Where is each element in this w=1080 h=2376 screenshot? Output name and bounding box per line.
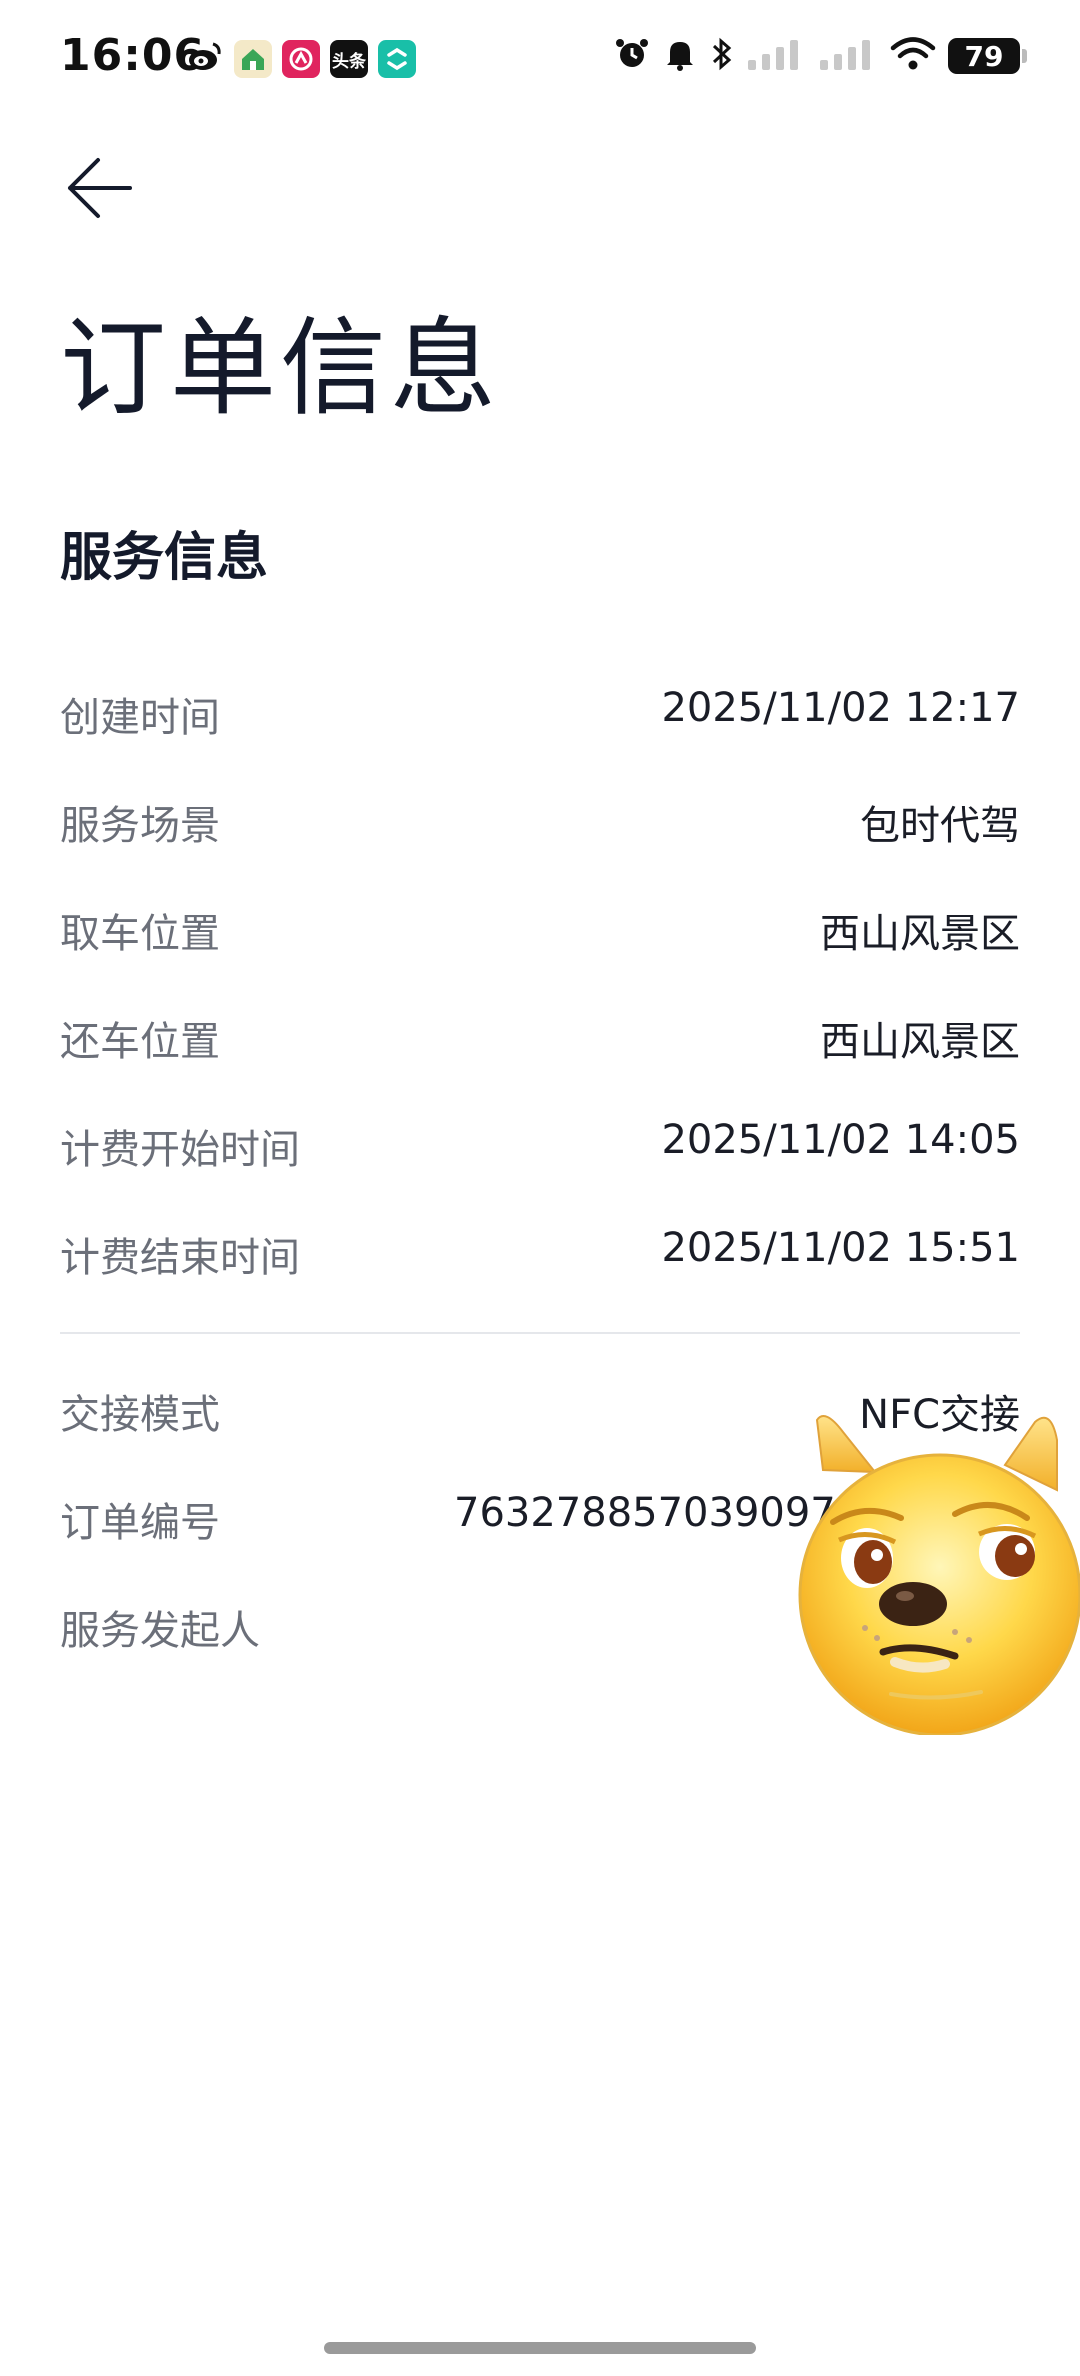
status-app-icons: 头条 (186, 38, 416, 80)
row-label: 订单编号 (60, 1500, 220, 1546)
row-label: 交接模式 (60, 1392, 220, 1438)
row-label: 创建时间 (60, 695, 220, 741)
info-row-return-location: 还车位置 西山风景区 (60, 1009, 1020, 1069)
back-button[interactable] (60, 148, 140, 228)
row-label: 服务发起人 (60, 1608, 260, 1654)
weibo-icon (186, 38, 224, 80)
row-label: 取车位置 (60, 911, 220, 957)
info-row-created-time: 创建时间 2025/11/02 12:17 (60, 685, 1020, 745)
back-arrow-icon (68, 158, 132, 218)
row-value: 包时代驾 (860, 803, 1020, 849)
red-app-icon (282, 40, 320, 78)
bell-icon (662, 36, 698, 76)
row-label: 计费开始时间 (60, 1127, 300, 1173)
info-row-pickup-location: 取车位置 西山风景区 (60, 901, 1020, 961)
row-value: 西山风景区 (820, 911, 1020, 957)
row-value: 2025/11/02 12:17 (661, 685, 1020, 731)
row-label: 计费结束时间 (60, 1235, 300, 1281)
signal-icon-2 (818, 38, 878, 74)
status-time: 16:06 (60, 30, 206, 81)
info-row-billing-end: 计费结束时间 2025/11/02 15:51 (60, 1225, 1020, 1285)
row-label: 还车位置 (60, 1019, 220, 1065)
bluetooth-icon (710, 36, 734, 76)
page-title: 订单信息 (60, 307, 500, 430)
teal-app-icon (378, 40, 416, 78)
row-value: 2025/11/02 14:05 (661, 1117, 1020, 1163)
info-row-billing-start: 计费开始时间 2025/11/02 14:05 (60, 1117, 1020, 1177)
home-app-icon (234, 40, 272, 78)
home-indicator[interactable] (324, 2342, 756, 2354)
row-value: 西山风景区 (820, 1019, 1020, 1065)
signal-icon-1 (746, 38, 806, 74)
toutiao-icon: 头条 (330, 40, 368, 78)
doge-emoji-sticker (795, 1410, 1080, 1737)
row-value: 763278857039097 (454, 1490, 836, 1536)
battery-indicator: 79 (948, 38, 1027, 74)
info-row-service-scene: 服务场景 包时代驾 (60, 793, 1020, 853)
section-divider (60, 1332, 1020, 1334)
row-label: 服务场景 (60, 803, 220, 849)
alarm-icon (614, 36, 650, 76)
row-value: 2025/11/02 15:51 (661, 1225, 1020, 1271)
status-indicators: 79 (614, 36, 1027, 76)
wifi-icon (890, 37, 936, 75)
status-bar: 16:06 头条 79 (0, 0, 1080, 120)
section-title-service: 服务信息 (60, 528, 269, 588)
